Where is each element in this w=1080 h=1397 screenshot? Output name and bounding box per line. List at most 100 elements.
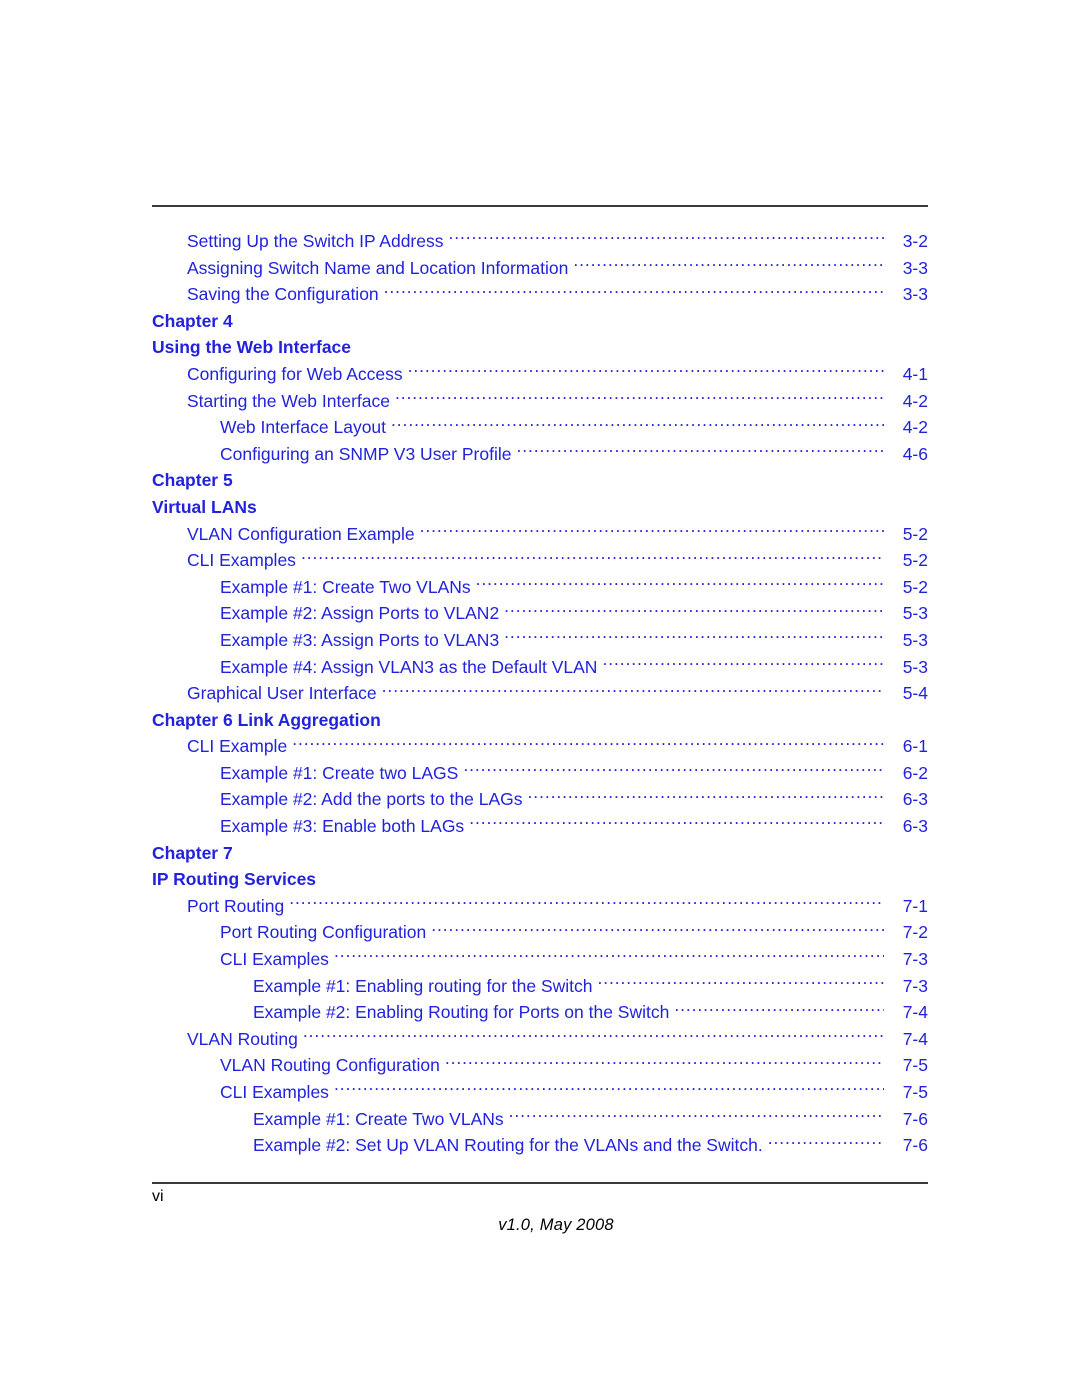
toc-entry[interactable]: CLI Examples 5-2: [152, 547, 928, 574]
toc-entry-label: Configuring for Web Access: [187, 363, 403, 384]
toc-entry[interactable]: Example #2: Set Up VLAN Routing for the …: [152, 1132, 928, 1159]
toc-entry[interactable]: Example #2: Enabling Routing for Ports o…: [152, 999, 928, 1026]
dot-leader: [334, 1081, 884, 1099]
toc-entry-page-number: 7-5: [902, 1055, 928, 1076]
chapter-heading-line1: Chapter 7: [152, 842, 233, 863]
header-rule: [152, 205, 928, 207]
toc-entry[interactable]: Port Routing Configuration 7-2: [152, 919, 928, 946]
toc-entry[interactable]: CLI Examples 7-3: [152, 946, 928, 973]
toc-entry[interactable]: Assigning Switch Name and Location Infor…: [152, 255, 928, 282]
dot-leader: [445, 1054, 884, 1072]
toc-entry-page-number: 7-3: [902, 975, 928, 996]
toc-entry-page-number: 5-2: [902, 576, 928, 597]
toc-entry-page-number: 7-6: [902, 1135, 928, 1156]
toc-entry-label: VLAN Routing: [187, 1028, 298, 1049]
dot-leader: [476, 575, 884, 593]
chapter-heading-line1: Chapter 4: [152, 310, 233, 331]
toc-entry[interactable]: VLAN Routing Configuration 7-5: [152, 1052, 928, 1079]
toc-entry[interactable]: Example #1: Enabling routing for the Swi…: [152, 973, 928, 1000]
toc-entry[interactable]: CLI Example 6-1: [152, 733, 928, 760]
toc-entry-label: Setting Up the Switch IP Address: [187, 231, 444, 251]
toc-entry[interactable]: Example #1: Create Two VLANs 7-6: [152, 1106, 928, 1133]
toc-entry-page-number: 7-6: [902, 1108, 928, 1129]
toc-entry[interactable]: VLAN Configuration Example 5-2: [152, 521, 928, 548]
dot-leader: [504, 628, 884, 646]
toc-entry[interactable]: Configuring an SNMP V3 User Profile 4-6: [152, 441, 928, 468]
toc-entry[interactable]: Example #4: Assign VLAN3 as the Default …: [152, 654, 928, 681]
toc-entry-label: CLI Example: [187, 736, 288, 757]
dot-leader: [504, 602, 884, 620]
toc-entry-page-number: 5-3: [902, 656, 928, 677]
dot-leader: [598, 974, 885, 992]
toc-entry[interactable]: Graphical User Interface 5-4: [152, 680, 928, 707]
toc-entry-label: Example #1: Create Two VLANs: [253, 1108, 504, 1129]
dot-leader: [391, 416, 884, 434]
toc-entry[interactable]: Example #3: Enable both LAGs 6-3: [152, 813, 928, 840]
dot-leader: [448, 230, 884, 248]
toc-entry[interactable]: Web Interface Layout 4-2: [152, 414, 928, 441]
dot-leader: [516, 442, 884, 460]
toc-entry[interactable]: Saving the Configuration 3-3: [152, 281, 928, 308]
toc-entry-label: Web Interface Layout: [220, 417, 387, 438]
toc-entry-page-number: 3-3: [902, 284, 928, 305]
chapter-heading-line1: Chapter 5: [152, 470, 233, 491]
toc-entry-page-number: 3-3: [902, 257, 928, 278]
toc-entry-page-number: 5-2: [902, 550, 928, 571]
toc-entry-label: Example #1: Create two LAGS: [220, 762, 459, 783]
dot-leader: [382, 682, 884, 700]
chapter-heading-line1: Chapter 6 Link Aggregation: [152, 709, 381, 730]
toc-entry-label: Example #4: Assign VLAN3 as the Default …: [220, 656, 598, 677]
dot-leader: [395, 389, 884, 407]
chapter-heading-line2: IP Routing Services: [152, 869, 317, 890]
toc-entry-label: VLAN Routing Configuration: [220, 1055, 440, 1076]
dot-leader: [408, 362, 884, 380]
dot-leader: [463, 761, 884, 779]
toc-entry-label: Port Routing Configuration: [220, 922, 427, 943]
toc-entry-label: Example #2: Enabling Routing for Ports o…: [253, 1002, 670, 1023]
chapter-heading-line2: Virtual LANs: [152, 496, 257, 517]
toc-entry[interactable]: Configuring for Web Access 4-1: [152, 361, 928, 388]
toc-entry-page-number: 5-3: [902, 629, 928, 650]
toc-entry[interactable]: Example #3: Assign Ports to VLAN3 5-3: [152, 627, 928, 654]
toc-entry-label: Port Routing: [187, 895, 285, 916]
dot-leader: [602, 655, 884, 673]
toc-entry[interactable]: Starting the Web Interface 4-2: [152, 388, 928, 415]
toc-entry-label: Starting the Web Interface: [187, 390, 390, 411]
toc-entry-page-number: 6-2: [902, 762, 928, 783]
page-folio: vi: [152, 1188, 164, 1205]
toc-entry-label: Example #2: Assign Ports to VLAN2: [220, 603, 500, 624]
document-page: Setting Up the Switch IP Address 3-2 Assig…: [152, 0, 928, 1397]
toc-entry-page-number: 7-2: [902, 922, 928, 943]
toc-entry[interactable]: Example #2: Add the ports to the LAGs 6-3: [152, 786, 928, 813]
toc-entry-page-number: 4-1: [902, 363, 928, 384]
toc-entry-label: Assigning Switch Name and Location Infor…: [187, 257, 569, 278]
dot-leader: [303, 1027, 884, 1045]
toc-entry[interactable]: VLAN Routing 7-4: [152, 1026, 928, 1053]
toc-entry-page-number: 5-2: [902, 523, 928, 544]
dot-leader: [768, 1134, 884, 1152]
toc-entry-label: Example #3: Enable both LAGs: [220, 816, 465, 837]
toc-entry-label: Example #2: Add the ports to the LAGs: [220, 789, 523, 810]
toc-entry[interactable]: Example #1: Create two LAGS 6-2: [152, 760, 928, 787]
toc-entry-page-number: 6-3: [902, 789, 928, 810]
dot-leader: [573, 256, 884, 274]
dot-leader: [469, 815, 884, 833]
toc-entry[interactable]: Setting Up the Switch IP Address 3-2: [152, 228, 928, 255]
toc-entry-page-number: 6-1: [902, 736, 928, 757]
footer-rule: [152, 1182, 928, 1184]
toc-entry[interactable]: Example #1: Create Two VLANs 5-2: [152, 574, 928, 601]
dot-leader: [528, 788, 884, 806]
toc-entry[interactable]: Example #2: Assign Ports to VLAN2 5-3: [152, 600, 928, 627]
dot-leader: [334, 948, 884, 966]
toc-entry[interactable]: Port Routing 7-1: [152, 893, 928, 920]
dot-leader: [292, 735, 884, 753]
chapter-heading-line2: Using the Web Interface: [152, 337, 352, 358]
toc-entry[interactable]: CLI Examples 7-5: [152, 1079, 928, 1106]
dot-leader: [420, 522, 884, 540]
toc-entry-page-number: 6-3: [902, 816, 928, 837]
toc-entry-label: Example #1: Enabling routing for the Swi…: [253, 975, 593, 996]
toc-entry-label: CLI Examples: [220, 1082, 329, 1102]
toc-entry-page-number: 3-2: [902, 231, 928, 251]
toc-entry-page-number: 7-4: [902, 1028, 928, 1049]
toc-entry-page-number: 7-1: [902, 895, 928, 916]
